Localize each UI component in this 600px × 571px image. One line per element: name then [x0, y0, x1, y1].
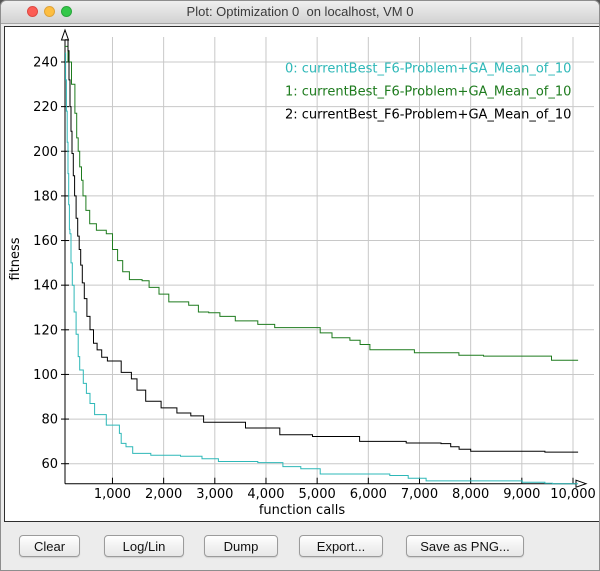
y-tick-label: 200 [33, 145, 58, 160]
plot-canvas: 1,000 2,000 3,000 4,000 5,000 6,000 7,000 8,000… [5, 27, 599, 521]
y-tick-label: 140 [33, 279, 58, 294]
grid-layer [65, 37, 594, 484]
x-tick-label: 2,000 [145, 487, 182, 502]
y-axis-arrow-icon [62, 30, 69, 40]
export-button[interactable]: Export... [299, 535, 383, 557]
tick-label-layer: 1,000 2,000 3,000 4,000 5,000 6,000 7,000 8,000… [8, 56, 596, 519]
y-tick-label: 220 [33, 100, 58, 115]
y-tick-label: 240 [33, 56, 58, 71]
save-as-png-button[interactable]: Save as PNG... [406, 535, 524, 557]
x-tick-label: 1,000 [94, 487, 131, 502]
legend: 0: currentBest_F6-Problem+GA_Mean_of_10 1… [285, 62, 571, 123]
log-lin-button[interactable]: Log/Lin [104, 535, 184, 557]
dump-button[interactable]: Dump [204, 535, 278, 557]
x-tick-label: 7,000 [401, 487, 438, 502]
plot-window: Plot: Optimization 0 on localhost, VM 0 … [0, 0, 600, 571]
x-tick-label: 4,000 [247, 487, 284, 502]
y-tick-label: 180 [33, 189, 58, 204]
titlebar[interactable]: Plot: Optimization 0 on localhost, VM 0 [1, 1, 599, 24]
legend-entry-1: 1: currentBest_F6-Problem+GA_Mean_of_10 [285, 85, 571, 100]
series-line-2 [65, 40, 578, 452]
y-tick-label: 160 [33, 234, 58, 249]
x-tick-label: 5,000 [299, 487, 336, 502]
window-title: Plot: Optimization 0 on localhost, VM 0 [1, 1, 599, 23]
y-axis-title: fitness [8, 237, 23, 280]
plot-panel: 1,000 2,000 3,000 4,000 5,000 6,000 7,000 8,000… [4, 26, 600, 522]
x-axis-title: function calls [259, 503, 346, 518]
legend-entry-2: 2: currentBest_F6-Problem+GA_Mean_of_10 [285, 108, 571, 123]
clear-button[interactable]: Clear [19, 535, 80, 557]
y-tick-label: 60 [41, 457, 58, 472]
x-tick-label: 6,000 [350, 487, 387, 502]
y-tick-label: 120 [33, 323, 58, 338]
legend-entry-0: 0: currentBest_F6-Problem+GA_Mean_of_10 [285, 62, 571, 77]
x-tick-label: 10,000 [550, 487, 596, 502]
y-tick-label: 80 [41, 413, 58, 428]
y-tick-label: 100 [33, 368, 58, 383]
x-tick-label: 3,000 [196, 487, 233, 502]
x-tick-label: 9,000 [503, 487, 540, 502]
x-tick-label: 8,000 [452, 487, 489, 502]
